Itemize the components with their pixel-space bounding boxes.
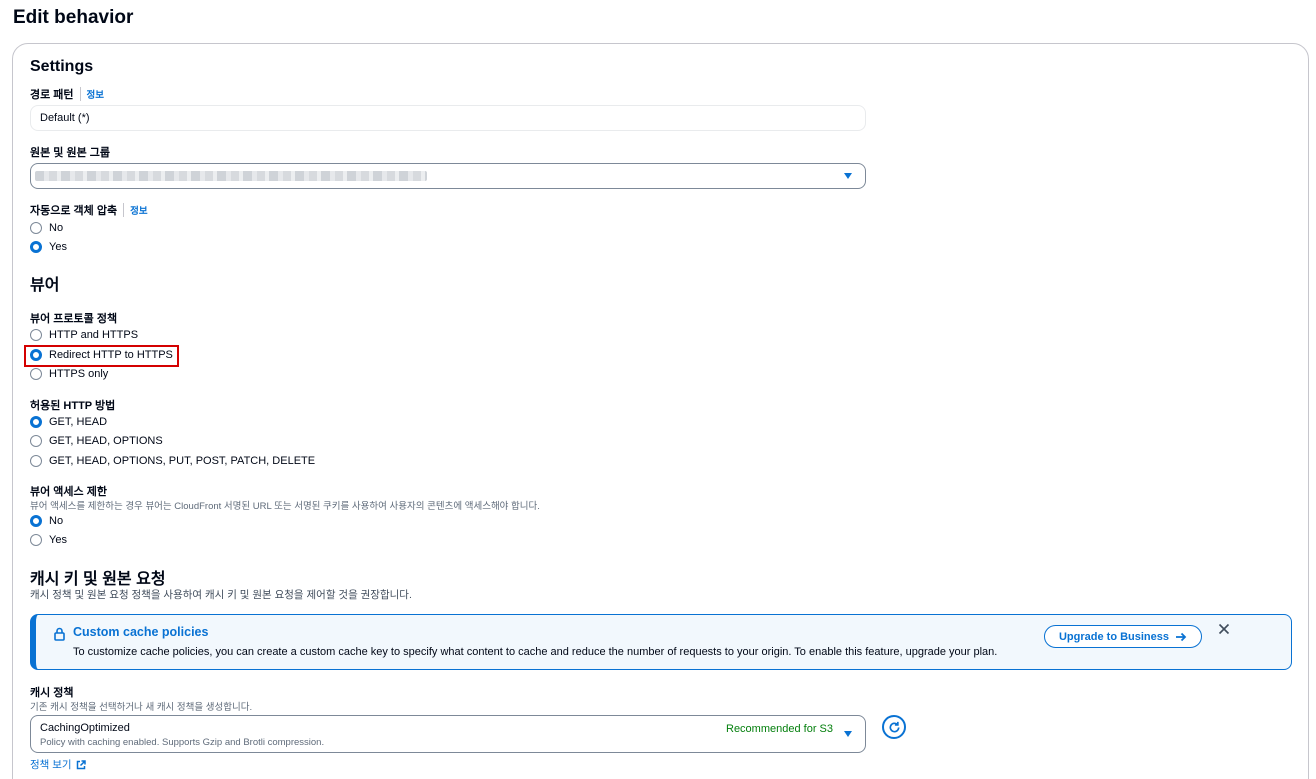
protocol-option-http-https[interactable]: HTTP and HTTPS xyxy=(30,329,138,341)
methods-option-get-head[interactable]: GET, HEAD xyxy=(30,416,107,428)
protocol-option-label: HTTPS only xyxy=(49,368,109,380)
origin-label-text: 원본 및 원본 그룹 xyxy=(30,147,111,159)
external-link-icon xyxy=(76,759,86,769)
protocol-policy-label-text: 뷰어 프로토콜 정책 xyxy=(30,313,118,325)
lock-icon xyxy=(54,627,65,646)
caret-down-icon xyxy=(844,731,852,737)
cache-policy-value-description: Policy with caching enabled. Supports Gz… xyxy=(40,737,325,748)
restrict-option-yes[interactable]: Yes xyxy=(30,534,67,546)
page-title: Edit behavior xyxy=(13,7,134,28)
path-pattern-label-text: 경로 패턴 xyxy=(30,89,74,101)
restrict-option-label: No xyxy=(49,515,64,527)
methods-option-label: GET, HEAD, OPTIONS xyxy=(49,435,163,447)
origin-select[interactable] xyxy=(30,163,866,189)
compress-option-label: Yes xyxy=(49,241,67,253)
cache-policy-label-text: 캐시 정책 xyxy=(30,687,74,699)
refresh-button[interactable] xyxy=(882,715,906,739)
origin-label: 원본 및 원본 그룹 xyxy=(30,144,110,160)
path-pattern-info-link[interactable]: 정보 xyxy=(87,87,104,101)
cache-description: 캐시 정책 및 원본 요청 정책을 사용하여 캐시 키 및 원본 요청을 제어할… xyxy=(30,589,412,601)
refresh-icon xyxy=(889,721,900,732)
custom-cache-alert: Custom cache policies To customize cache… xyxy=(30,614,1292,670)
radio-icon xyxy=(30,435,42,447)
allowed-methods-label: 허용된 HTTP 방법 xyxy=(30,397,115,413)
compress-option-no[interactable]: No xyxy=(30,222,63,234)
viewer-heading: 뷰어 xyxy=(30,277,60,294)
protocol-option-label: HTTP and HTTPS xyxy=(49,329,139,341)
radio-selected-icon xyxy=(30,515,42,527)
view-policy-link-text: 정책 보기 xyxy=(30,759,72,771)
path-pattern-label: 경로 패턴 정보 xyxy=(30,86,104,102)
caret-down-icon xyxy=(844,173,852,179)
view-policy-link[interactable]: 정책 보기 xyxy=(30,757,86,772)
compress-info-link[interactable]: 정보 xyxy=(130,203,147,217)
allowed-methods-label-text: 허용된 HTTP 방법 xyxy=(30,400,116,412)
methods-option-label: GET, HEAD, OPTIONS, PUT, POST, PATCH, DE… xyxy=(49,455,316,467)
recommended-badge: Recommended for S3 xyxy=(726,723,833,735)
cache-heading: 캐시 키 및 원본 요청 xyxy=(30,571,166,588)
restrict-access-description: 뷰어 액세스를 제한하는 경우 뷰어는 CloudFront 서명된 URL 또… xyxy=(30,501,540,512)
divider xyxy=(123,203,125,217)
radio-icon xyxy=(30,329,42,341)
cache-policy-value: CachingOptimized xyxy=(40,722,130,734)
radio-icon xyxy=(30,455,42,467)
radio-icon xyxy=(30,222,42,234)
path-pattern-input: Default (*) xyxy=(30,105,866,131)
restrict-access-label-text: 뷰어 액세스 제한 xyxy=(30,486,107,498)
blurred-origin-value xyxy=(35,171,427,181)
alert-title: Custom cache policies xyxy=(73,625,209,639)
radio-icon xyxy=(30,534,42,546)
protocol-option-https-only[interactable]: HTTPS only xyxy=(30,368,108,380)
path-pattern-value: Default (*) xyxy=(40,112,90,124)
restrict-option-no[interactable]: No xyxy=(30,515,63,527)
restrict-access-label: 뷰어 액세스 제한 xyxy=(30,483,107,499)
upgrade-button[interactable]: Upgrade to Business xyxy=(1044,625,1202,648)
compress-label: 자동으로 객체 압축 정보 xyxy=(30,202,148,218)
radio-icon xyxy=(30,368,42,380)
compress-option-label: No xyxy=(49,222,64,234)
compress-option-yes[interactable]: Yes xyxy=(30,241,67,253)
radio-selected-icon xyxy=(30,416,42,428)
methods-option-label: GET, HEAD xyxy=(49,416,108,428)
methods-option-get-head-options[interactable]: GET, HEAD, OPTIONS xyxy=(30,435,163,447)
divider xyxy=(79,87,81,101)
restrict-option-label: Yes xyxy=(49,534,67,546)
protocol-policy-label: 뷰어 프로토콜 정책 xyxy=(30,310,117,326)
settings-heading: Settings xyxy=(30,58,94,75)
close-icon[interactable] xyxy=(1218,622,1230,640)
methods-option-all[interactable]: GET, HEAD, OPTIONS, PUT, POST, PATCH, DE… xyxy=(30,455,315,467)
highlight-box xyxy=(24,345,179,367)
compress-label-text: 자동으로 객체 압축 xyxy=(30,205,118,217)
upgrade-button-label: Upgrade to Business xyxy=(1058,630,1170,643)
arrow-right-icon xyxy=(1176,632,1187,641)
radio-selected-icon xyxy=(30,241,42,253)
alert-body: To customize cache policies, you can cre… xyxy=(73,646,998,658)
cache-policy-label: 캐시 정책 xyxy=(30,684,74,700)
cache-policy-description: 기존 캐시 정책을 선택하거나 새 캐시 정책을 생성합니다. xyxy=(30,702,253,713)
